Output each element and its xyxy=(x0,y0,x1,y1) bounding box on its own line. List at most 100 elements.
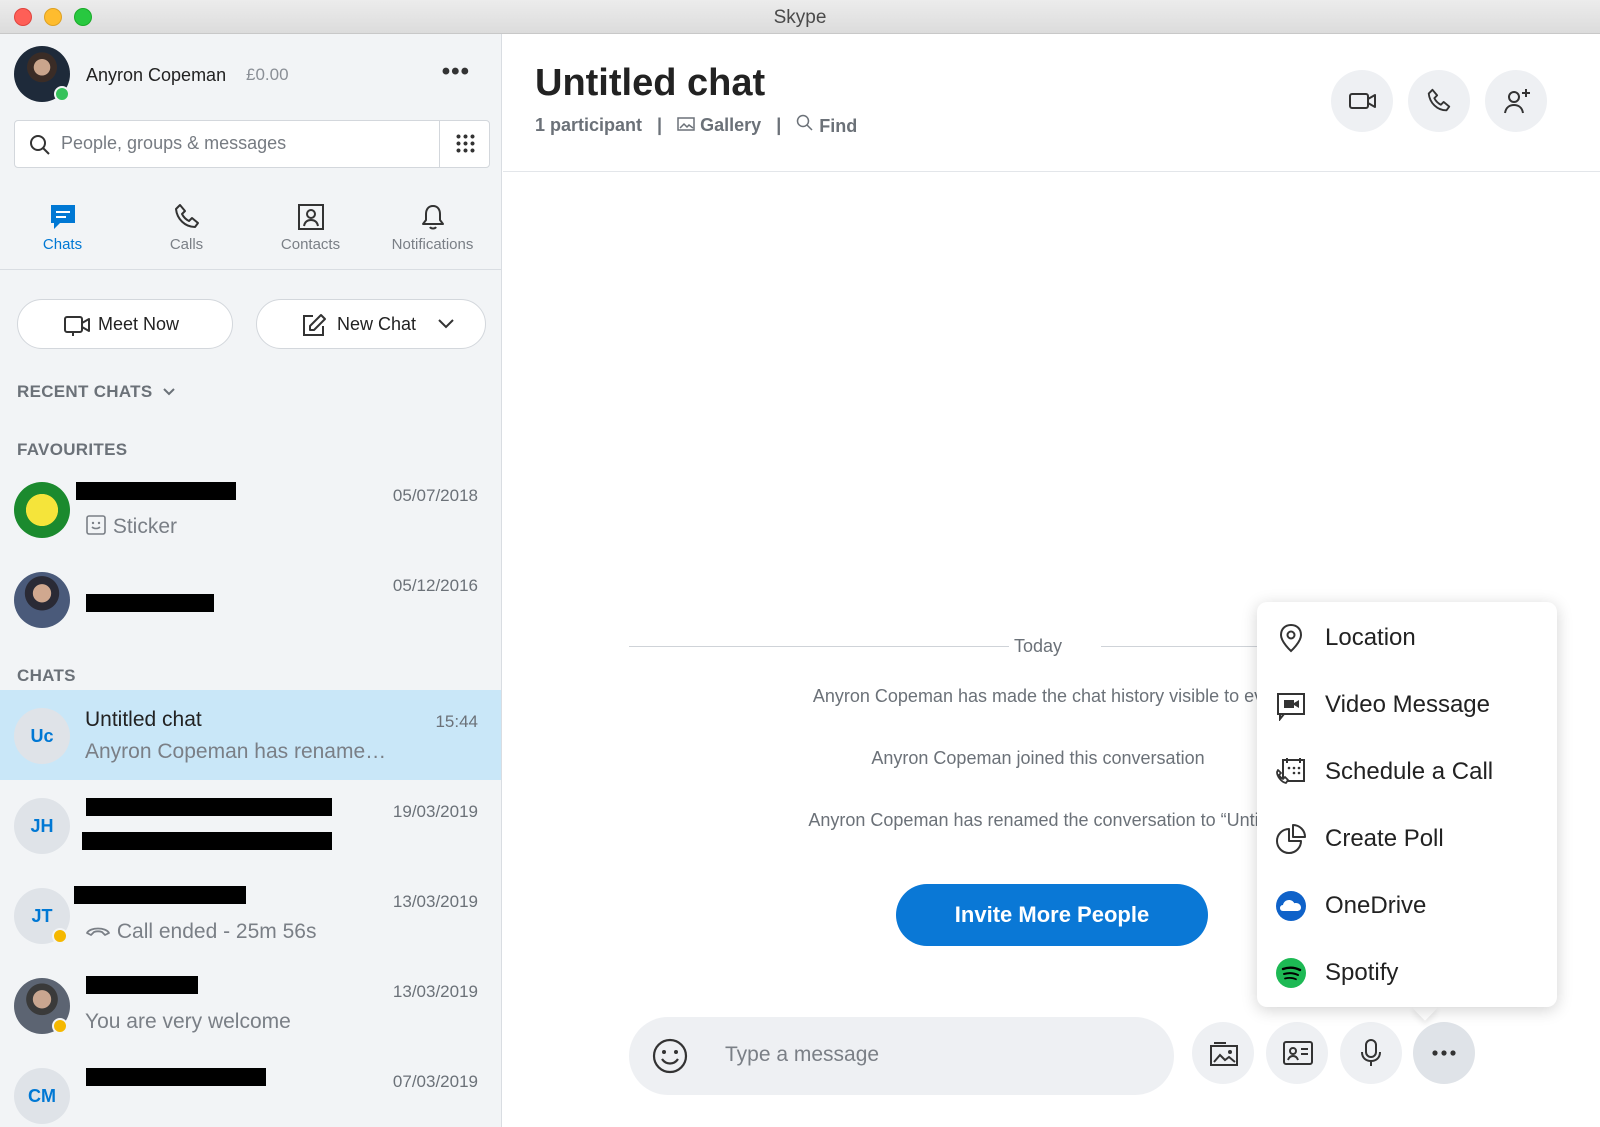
contacts-icon xyxy=(297,204,324,230)
send-media-button[interactable] xyxy=(1192,1022,1254,1084)
favourite-chat-row[interactable]: 05/07/2018 Sticker xyxy=(0,464,501,554)
profile-name[interactable]: Anyron Copeman xyxy=(86,65,226,86)
redacted-name xyxy=(76,482,236,500)
window-title: Skype xyxy=(773,7,827,28)
menu-item-label: OneDrive xyxy=(1325,892,1427,919)
redacted-name xyxy=(86,976,198,994)
search-input[interactable] xyxy=(61,133,421,154)
redacted-preview xyxy=(82,832,332,850)
chats-header: CHATS xyxy=(17,666,76,685)
invite-more-people-button[interactable]: Invite More People xyxy=(896,884,1208,946)
redacted-name xyxy=(86,1068,266,1086)
meet-now-button[interactable]: Meet Now xyxy=(17,299,233,349)
add-person-icon xyxy=(1504,89,1530,114)
gallery-label: Gallery xyxy=(700,115,762,136)
compose-icon xyxy=(303,314,326,336)
new-chat-button[interactable]: New Chat xyxy=(256,299,486,349)
tab-contacts[interactable]: Contacts xyxy=(248,194,373,270)
chat-preview-text: Sticker xyxy=(112,515,178,538)
chat-row[interactable]: 13/03/2019 You are very welcome xyxy=(0,960,501,1050)
chat-date: 13/03/2019 xyxy=(392,982,478,1001)
contact-card-icon xyxy=(1283,1041,1313,1065)
more-options-button[interactable] xyxy=(1413,1022,1475,1084)
menu-item-schedule-call[interactable]: Schedule a Call xyxy=(1257,738,1557,805)
chat-date: 19/03/2019 xyxy=(392,802,478,821)
chat-preview: Call ended - 25m 56s xyxy=(85,920,316,944)
menu-item-label: Spotify xyxy=(1325,959,1399,986)
chat-avatar: JH xyxy=(14,798,70,854)
microphone-icon xyxy=(1361,1039,1381,1066)
participants-link[interactable]: 1 participant xyxy=(535,115,642,136)
chat-time: 15:44 xyxy=(435,712,478,731)
video-message-icon xyxy=(1277,693,1305,721)
emoji-icon[interactable] xyxy=(651,1037,689,1075)
chevron-down-icon[interactable] xyxy=(437,318,455,330)
gallery-icon xyxy=(677,116,695,131)
menu-item-label: Location xyxy=(1325,624,1416,651)
meet-now-icon xyxy=(64,316,90,336)
search-icon xyxy=(797,114,813,131)
bell-icon xyxy=(421,205,444,230)
add-people-button[interactable] xyxy=(1485,70,1547,132)
more-dots-icon xyxy=(1432,1050,1456,1056)
message-input[interactable] xyxy=(725,1043,1145,1067)
favourite-chat-row[interactable]: 05/12/2016 xyxy=(0,554,501,644)
call-ended-icon xyxy=(86,927,110,936)
contact-avatar xyxy=(14,482,70,538)
conversation-title[interactable]: Untitled chat xyxy=(535,62,765,105)
menu-item-location[interactable]: Location xyxy=(1257,604,1557,671)
poll-icon xyxy=(1276,824,1306,854)
onedrive-icon xyxy=(1276,891,1306,921)
message-composer xyxy=(629,1017,1174,1095)
chat-row-untitled[interactable]: Uc Untitled chat 15:44 Anyron Copeman ha… xyxy=(0,690,501,780)
menu-item-spotify[interactable]: Spotify xyxy=(1257,939,1557,1006)
menu-item-onedrive[interactable]: OneDrive xyxy=(1257,872,1557,939)
chat-preview: Sticker xyxy=(85,514,177,539)
chat-row[interactable]: CM 07/03/2019 xyxy=(0,1050,501,1127)
spotify-icon xyxy=(1276,958,1306,988)
dialpad-icon xyxy=(455,133,475,155)
online-status-icon xyxy=(54,86,70,102)
tab-chats[interactable]: Chats xyxy=(0,194,125,270)
tab-notifications-label: Notifications xyxy=(391,236,474,253)
chat-preview-text: Call ended - 25m 56s xyxy=(116,920,317,943)
chat-row[interactable]: JT 13/03/2019 Call ended - 25m 56s xyxy=(0,870,501,960)
skype-credit[interactable]: £0.00 xyxy=(246,65,289,85)
more-options-icon[interactable]: ••• xyxy=(442,58,470,86)
search-icon xyxy=(30,135,50,155)
find-label: Find xyxy=(819,115,858,136)
video-call-button[interactable] xyxy=(1331,70,1393,132)
chevron-down-icon xyxy=(162,388,175,396)
menu-item-create-poll[interactable]: Create Poll xyxy=(1257,805,1557,872)
redacted-name xyxy=(86,798,332,816)
tab-calls[interactable]: Calls xyxy=(124,194,249,270)
chat-preview: Anyron Copeman has rename… xyxy=(85,740,387,763)
gallery-link[interactable]: Gallery xyxy=(677,115,761,137)
chat-name: Untitled chat xyxy=(85,708,202,731)
chat-avatar: CM xyxy=(14,1068,70,1124)
tab-chats-label: Chats xyxy=(42,236,83,253)
location-pin-icon xyxy=(1279,623,1303,653)
schedule-call-icon xyxy=(1276,758,1305,784)
tab-calls-label: Calls xyxy=(169,236,204,253)
audio-call-button[interactable] xyxy=(1408,70,1470,132)
conversation-header: Untitled chat 1 participant | Gallery | … xyxy=(503,34,1600,172)
away-status-icon xyxy=(52,928,68,944)
dialpad-button[interactable] xyxy=(439,121,489,167)
find-link[interactable]: Find xyxy=(796,114,857,137)
meta-separator: | xyxy=(657,114,663,135)
send-contact-button[interactable] xyxy=(1266,1022,1328,1084)
favourites-header: FAVOURITES xyxy=(17,440,128,459)
tab-notifications[interactable]: Notifications xyxy=(370,194,495,270)
away-status-icon xyxy=(52,1018,68,1034)
sidebar: Anyron Copeman £0.00 ••• Chats Calls Con… xyxy=(0,34,502,1127)
redacted-name xyxy=(86,594,214,612)
chat-icon xyxy=(50,205,75,229)
more-options-menu: Location Video Message Schedule a Call C… xyxy=(1257,602,1557,1007)
menu-item-label: Create Poll xyxy=(1325,825,1444,852)
recent-chats-header[interactable]: RECENT CHATS xyxy=(17,382,176,402)
conversation-meta: 1 participant | Gallery | Find xyxy=(535,114,857,137)
chat-row[interactable]: JH 19/03/2019 xyxy=(0,780,501,870)
menu-item-video-message[interactable]: Video Message xyxy=(1257,671,1557,738)
voice-message-button[interactable] xyxy=(1340,1022,1402,1084)
